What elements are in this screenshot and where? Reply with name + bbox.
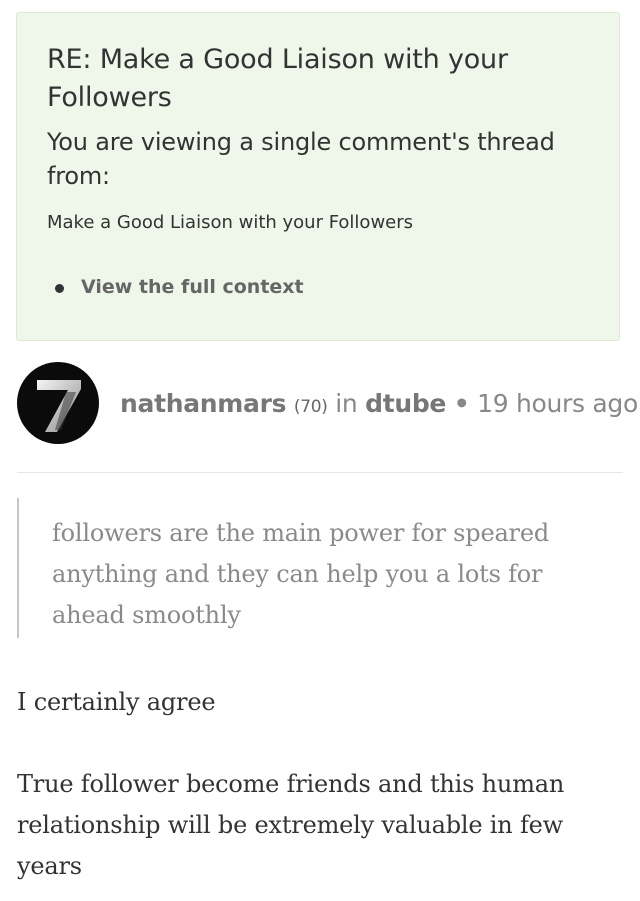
seven-logo-icon — [37, 380, 81, 432]
quoted-text: followers are the main power for speared… — [17, 498, 623, 638]
comment-body: followers are the main power for speared… — [17, 498, 623, 887]
source-post-title[interactable]: Make a Good Liaison with your Followers — [47, 210, 593, 236]
author-meta: nathanmars (70) in dtube • 19 hours ago — [120, 387, 638, 424]
author-username[interactable]: nathanmars — [120, 389, 287, 418]
context-links: View the full context — [47, 274, 593, 300]
comment-paragraph: True follower become friends and this hu… — [17, 770, 565, 880]
thread-context-panel: RE: Make a Good Liaison with your Follow… — [16, 12, 620, 341]
view-full-context-item: View the full context — [47, 274, 593, 300]
comment-paragraph: I certainly agree — [17, 688, 216, 716]
post-time[interactable]: 19 hours ago — [477, 389, 638, 418]
separator-dot: • — [453, 389, 470, 418]
comment-author-row: nathanmars (70) in dtube • 19 hours ago — [17, 362, 638, 446]
divider — [17, 472, 623, 473]
avatar[interactable] — [17, 362, 99, 444]
in-label: in — [335, 389, 358, 418]
view-full-context-link[interactable]: View the full context — [81, 276, 304, 298]
separator-spacer — [446, 389, 454, 418]
thread-title: RE: Make a Good Liaison with your Follow… — [47, 44, 508, 113]
thread-subtitle: You are viewing a single comment's threa… — [47, 128, 555, 190]
category-link[interactable]: dtube — [365, 389, 446, 418]
bullet-icon — [55, 284, 64, 293]
author-reputation: (70) — [293, 397, 328, 417]
